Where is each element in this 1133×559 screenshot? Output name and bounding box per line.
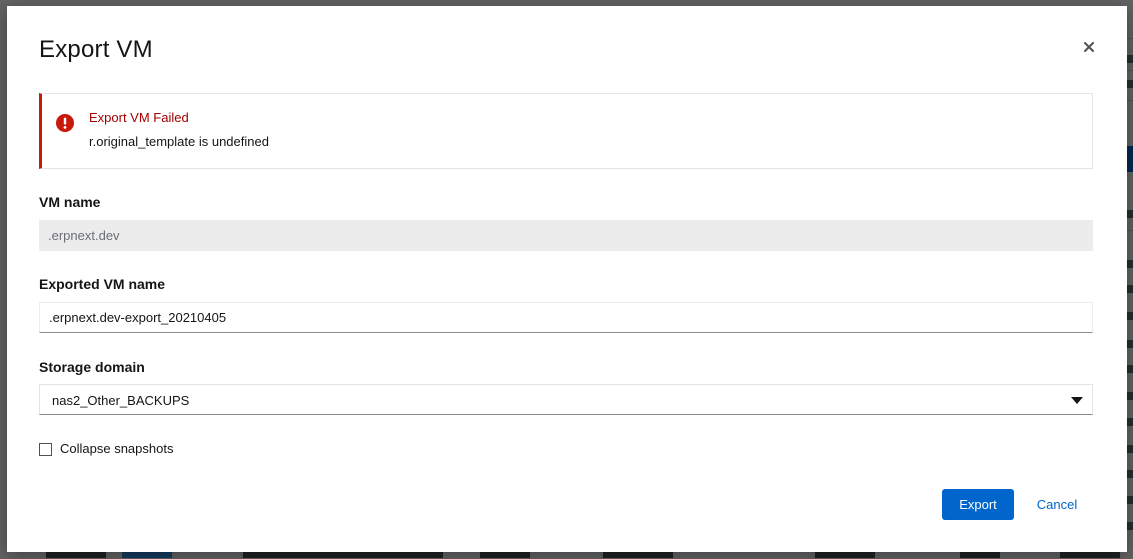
vm-name-label: VM name: [39, 194, 101, 210]
collapse-snapshots-checkbox[interactable]: [39, 443, 52, 456]
export-vm-modal: Export VM Export VM Failed r.original_te…: [7, 6, 1127, 552]
collapse-snapshots-row: Collapse snapshots: [39, 440, 173, 456]
storage-domain-label: Storage domain: [39, 359, 145, 375]
exported-vm-name-input[interactable]: [39, 302, 1093, 333]
modal-title: Export VM: [39, 36, 153, 63]
export-button[interactable]: Export: [942, 489, 1014, 520]
exclamation-circle-icon: [56, 114, 74, 132]
cancel-button[interactable]: Cancel: [1025, 489, 1089, 520]
storage-domain-select[interactable]: nas2_Other_BACKUPS: [39, 384, 1093, 415]
vm-name-field: .erpnext.dev: [39, 220, 1093, 251]
storage-domain-selected: nas2_Other_BACKUPS: [52, 393, 190, 408]
collapse-snapshots-label[interactable]: Collapse snapshots: [60, 441, 173, 456]
alert-title: Export VM Failed: [89, 110, 189, 125]
exported-vm-name-label: Exported VM name: [39, 276, 166, 292]
close-icon: [1084, 42, 1094, 52]
close-button[interactable]: [1081, 39, 1097, 55]
caret-down-icon: [1071, 397, 1083, 404]
error-alert: Export VM Failed r.original_template is …: [39, 93, 1093, 169]
alert-message: r.original_template is undefined: [89, 134, 269, 149]
